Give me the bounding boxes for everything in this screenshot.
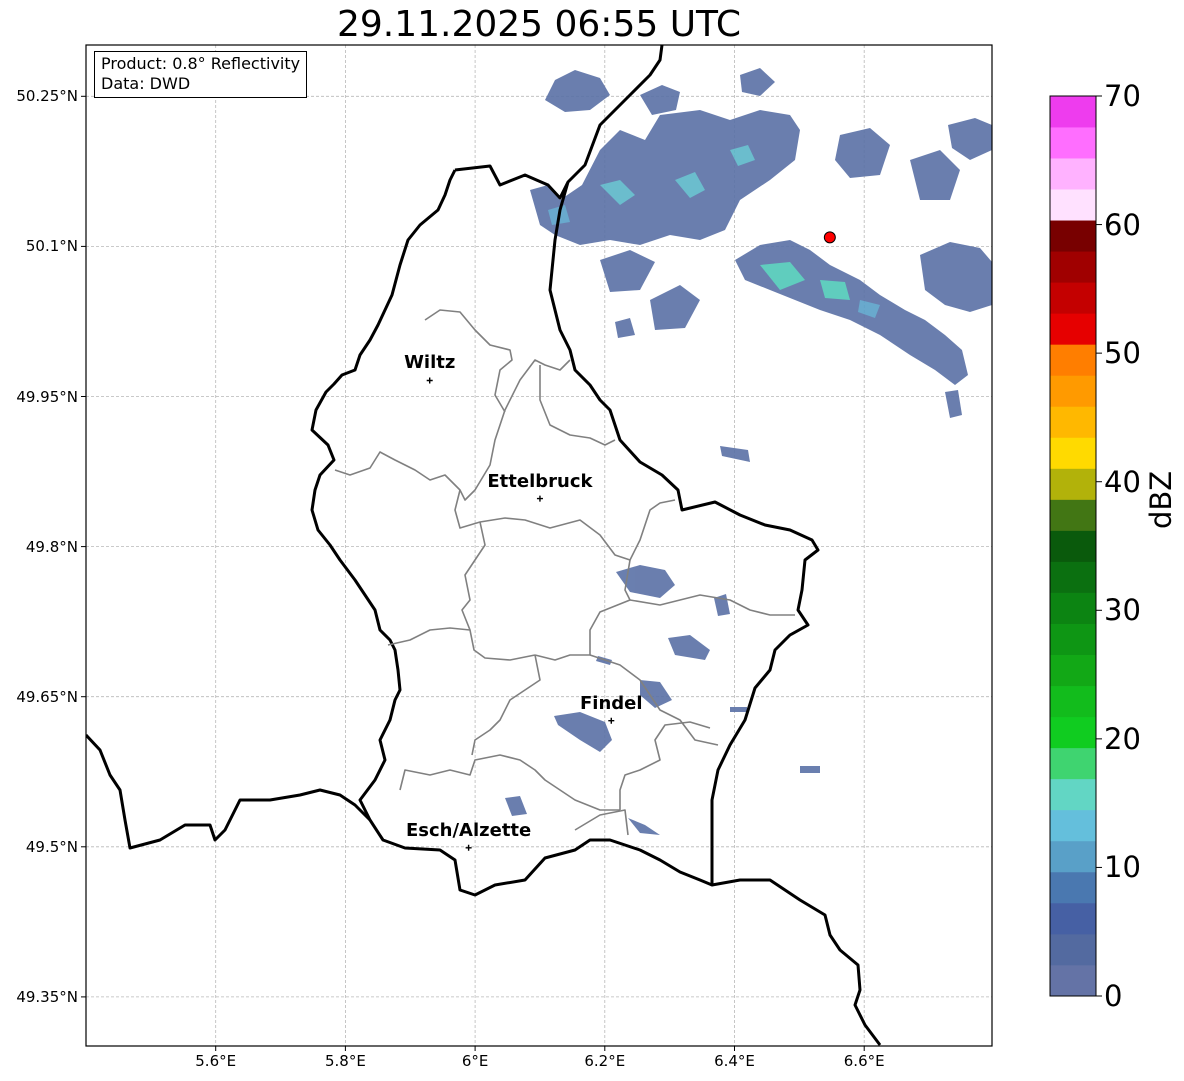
colorbar-segment [1050, 282, 1096, 314]
colorbar-tick-label: 60 [1104, 207, 1141, 242]
city-label: Ettelbruck [487, 470, 593, 492]
colorbar-label: dBZ [1144, 470, 1178, 529]
colorbar-segment [1050, 344, 1096, 376]
colorbar-segment [1050, 437, 1096, 469]
data-source-text: Data: DWD [101, 74, 191, 93]
colorbar-segment [1050, 809, 1096, 842]
lon-tick-label: 6.4°E [714, 1052, 755, 1070]
colorbar-segment [1050, 716, 1096, 749]
city-label: Esch/Alzette [405, 819, 532, 841]
colorbar-tick-label: 10 [1104, 850, 1141, 885]
colorbar-tick-label: 30 [1104, 593, 1141, 628]
colorbar-segment [1050, 96, 1096, 128]
lat-tick-label: 49.5°N [25, 837, 78, 856]
city-marker [426, 377, 433, 384]
radar-site-marker [823, 231, 836, 244]
city-marker [536, 495, 543, 502]
colorbar-segment [1050, 902, 1096, 935]
axis-ticks [81, 95, 865, 1051]
lat-tick-label: 49.95°N [16, 387, 78, 406]
lon-tick-label: 5.8°E [324, 1052, 366, 1070]
city-markers [426, 377, 615, 851]
colorbar-segment [1050, 654, 1096, 687]
colorbar-segment [1050, 220, 1096, 252]
colorbar-segment [1050, 840, 1096, 873]
city-marker [608, 717, 615, 724]
lat-tick-label: 50.1°N [25, 237, 78, 256]
colorbar-tick-label: 40 [1104, 464, 1141, 499]
lat-tick-label: 49.35°N [16, 987, 78, 1006]
city-label: Wiltz [404, 352, 456, 374]
colorbar-segment [1050, 747, 1096, 780]
lon-tick-label: 6.6°E [843, 1052, 885, 1070]
colorbar-segment [1050, 871, 1096, 904]
radar-map [81, 44, 1102, 1051]
colorbar-segment [1050, 251, 1096, 283]
colorbar-segment [1050, 375, 1096, 407]
colorbar-segment [1050, 530, 1096, 562]
lon-tick-label: 6°E [461, 1052, 489, 1070]
colorbar-segment [1050, 189, 1096, 221]
lon-tick-label: 5.6°E [195, 1052, 237, 1070]
colorbar-segment [1050, 406, 1096, 438]
colorbar-segment [1050, 313, 1096, 345]
colorbar [1049, 95, 1102, 997]
colorbar-tick-label: 50 [1104, 336, 1141, 371]
colorbar-segment [1050, 158, 1096, 190]
colorbar-segment [1050, 933, 1096, 966]
city-label: Findel [580, 692, 643, 714]
product-text: Product: 0.8° Reflectivity [101, 54, 301, 73]
colorbar-segment [1050, 468, 1096, 500]
colorbar-segment [1050, 778, 1096, 811]
city-marker [465, 844, 472, 851]
colorbar-segment [1050, 499, 1096, 531]
lon-tick-label: 6.2°E [584, 1052, 626, 1070]
lat-tick-label: 49.65°N [16, 687, 78, 706]
colorbar-segment [1050, 127, 1096, 159]
colorbar-segment [1050, 561, 1096, 593]
colorbar-segment [1050, 592, 1096, 624]
colorbar-tick-label: 20 [1104, 721, 1141, 756]
lat-tick-label: 50.25°N [16, 87, 78, 106]
colorbar-tick-label: 0 [1104, 979, 1123, 1013]
colorbar-segment [1050, 623, 1096, 656]
colorbar-segment [1050, 685, 1096, 718]
country-borders [86, 45, 882, 1046]
lat-tick-label: 49.8°N [25, 537, 78, 556]
colorbar-tick-label: 70 [1104, 79, 1141, 113]
info-box: Product: 0.8° Reflectivity Data: DWD [94, 51, 308, 98]
radar-echoes [505, 68, 992, 835]
colorbar-segment [1050, 964, 1096, 997]
